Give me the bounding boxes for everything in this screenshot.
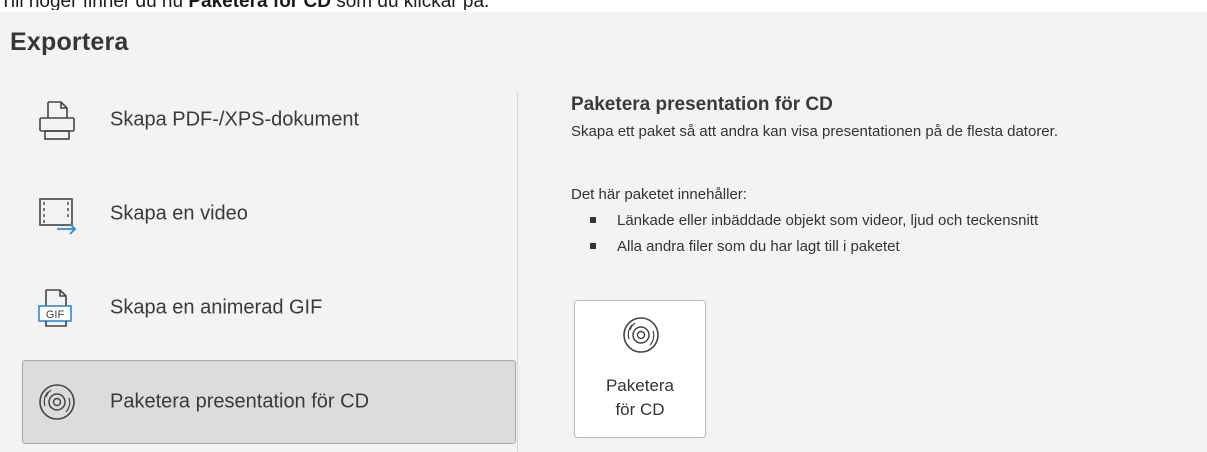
detail-title: Paketera presentation för CD (571, 94, 833, 115)
export-item-video[interactable]: Skapa en video (22, 172, 516, 256)
package-button-label-line2: för CD (615, 400, 665, 419)
export-item-label: Skapa en animerad GIF (110, 296, 323, 319)
export-item-package-cd[interactable]: Paketera presentation för CD (22, 360, 516, 444)
cd-icon (619, 313, 663, 357)
export-item-label: Skapa PDF-/XPS-dokument (110, 108, 359, 131)
contains-heading: Det här paketet innehåller: (571, 186, 747, 203)
panel-divider (517, 92, 518, 452)
list-item: Alla andra filer som du har lagt till i … (590, 237, 1038, 263)
section-title: Exportera (10, 28, 129, 56)
list-item-text: Alla andra filer som du har lagt till i … (617, 238, 900, 255)
bullet-square (590, 243, 596, 249)
package-button-label-line1: Paketera (605, 376, 675, 395)
gif-icon: GIF (35, 286, 79, 330)
package-for-cd-button[interactable]: Paketera för CD (574, 300, 706, 438)
export-item-label: Skapa en video (110, 202, 248, 225)
export-item-label: Paketera presentation för CD (110, 390, 370, 413)
export-item-animated-gif[interactable]: GIF Skapa en animerad GIF (22, 266, 516, 350)
caption-text-bold: Paketera för CD (188, 0, 331, 10)
package-button-label: Paketera för CD (575, 374, 705, 422)
list-item-text: Länkade eller inbäddade objekt som video… (617, 212, 1039, 229)
export-panel: Exportera Skapa PDF-/XPS-dokument Skapa … (0, 12, 1207, 452)
bullet-square (590, 217, 596, 223)
gif-icon-text: GIF (46, 309, 65, 321)
export-item-pdf-xps[interactable]: Skapa PDF-/XPS-dokument (22, 78, 516, 162)
caption-text-after: som du klickar på. (331, 0, 489, 10)
cd-icon (35, 380, 79, 424)
instruction-caption: Till höger finner du nu Paketera för CD … (0, 0, 1207, 10)
contents-list: Länkade eller inbäddade objekt som video… (590, 211, 1038, 263)
document-printer-icon (35, 98, 79, 142)
list-item: Länkade eller inbäddade objekt som video… (590, 211, 1038, 237)
video-export-icon (35, 192, 79, 236)
detail-description: Skapa ett paket så att andra kan visa pr… (571, 123, 1058, 140)
caption-text-before: Till höger finner du nu (0, 0, 188, 10)
